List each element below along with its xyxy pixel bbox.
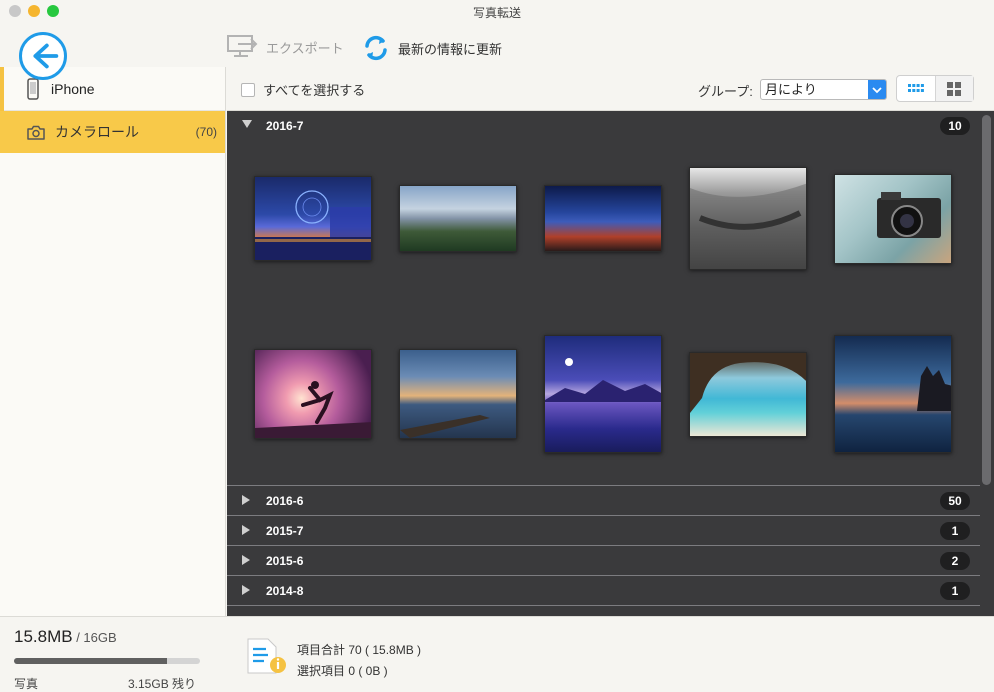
storage-used-value: 15.8MB — [14, 627, 73, 646]
checkbox-box[interactable] — [241, 82, 255, 97]
photo-thumbnail[interactable] — [399, 185, 517, 252]
group-header[interactable]: 2014-8 1 — [227, 576, 980, 605]
view-toggle — [896, 75, 974, 102]
group-name: 2016-7 — [266, 118, 304, 133]
sidebar-item-camera-roll[interactable]: カメラロール (70) — [0, 111, 225, 153]
photo-thumbnail[interactable] — [544, 185, 662, 252]
summary-selected: 選択項目 0 ( 0B ) — [297, 664, 388, 678]
group-name: 2014-8 — [266, 583, 304, 598]
group-count-badge: 10 — [940, 116, 970, 135]
vintage-camera-graphic — [877, 192, 941, 238]
sidebar-item-label: カメラロール — [55, 124, 139, 140]
group-select-value: 月により — [765, 82, 817, 97]
photo-thumbnail[interactable] — [689, 352, 807, 437]
jumper-silhouette-graphic — [255, 381, 371, 438]
back-arrow-icon — [33, 43, 59, 69]
iphone-icon — [27, 77, 39, 100]
scrollbar[interactable] — [982, 115, 991, 485]
window-title: 写真転送 — [472, 6, 521, 20]
triangle-right-icon[interactable] — [242, 555, 251, 565]
triangle-right-icon[interactable] — [242, 585, 251, 595]
group-header[interactable]: 2016-7 10 — [227, 111, 980, 140]
photo-thumbnail[interactable] — [399, 349, 517, 439]
small-grid-view-button[interactable] — [897, 76, 935, 101]
toolbar: エクスポート 最新の情報に更新 — [0, 22, 994, 80]
group-header[interactable]: 2016-6 50 — [227, 486, 980, 515]
info-document-icon — [247, 638, 286, 674]
group-name: 2015-7 — [266, 523, 304, 538]
triangle-down-icon[interactable] — [242, 120, 252, 129]
status-footer: 15.8MB / 16GB 写真 3.15GB 残り 項目合計 70 ( 15.… — [0, 616, 994, 692]
photo-thumbnail[interactable] — [544, 335, 662, 453]
group-select[interactable]: 月により — [760, 79, 887, 100]
chevron-down-icon[interactable] — [868, 80, 886, 99]
device-accent-bar — [0, 67, 4, 111]
triangle-right-icon[interactable] — [242, 495, 251, 505]
storage-type-label: 写真 — [14, 677, 39, 691]
storage-bar — [14, 658, 200, 664]
export-icon — [227, 35, 258, 57]
group-header[interactable]: 2015-7 1 — [227, 516, 980, 545]
london-eye-graphic — [255, 190, 371, 260]
group-header[interactable]: 2015-6 2 — [227, 546, 980, 575]
lake-castle-graphic — [917, 366, 951, 411]
refresh-button[interactable]: 最新の情報に更新 — [362, 34, 502, 62]
triangle-right-icon[interactable] — [242, 525, 251, 535]
group-count-badge: 1 — [940, 521, 970, 540]
photo-thumbnail[interactable] — [689, 167, 807, 270]
group-name: 2015-6 — [266, 553, 304, 568]
storage-bar-fill — [14, 658, 167, 664]
refresh-icon — [365, 35, 387, 61]
export-label: エクスポート — [266, 40, 344, 56]
storage-free-label: 3.15GB 残り — [128, 677, 197, 691]
storage-total-value: / 16GB — [72, 630, 117, 645]
sea-cave-graphic — [690, 353, 806, 413]
driftwood-graphic — [400, 415, 490, 438]
group-separator — [227, 605, 980, 606]
device-name: iPhone — [51, 80, 95, 97]
filter-bar: すべてを選択する グループ: 月により — [227, 67, 994, 111]
group-label: グループ: — [698, 84, 753, 99]
refresh-label: 最新の情報に更新 — [398, 41, 503, 57]
small-grid-icon — [907, 83, 924, 92]
photo-thumbnail[interactable] — [834, 174, 952, 264]
summary-total: 項目合計 70 ( 15.8MB ) — [297, 643, 422, 657]
large-grid-icon — [947, 81, 962, 96]
group-count-badge: 50 — [940, 491, 970, 510]
photo-content-area: 2016-7 10 2016-6 50 2015-7 1 2015-6 2 20… — [227, 111, 994, 616]
back-button[interactable] — [19, 32, 67, 80]
select-all-checkbox[interactable]: すべてを選択する — [241, 80, 365, 99]
group-count-badge: 1 — [940, 581, 970, 600]
storage-usage: 15.8MB / 16GB — [14, 627, 117, 647]
photo-thumbnail[interactable] — [254, 176, 372, 261]
sidebar-item-count: (70) — [195, 125, 217, 139]
select-all-label: すべてを選択する — [263, 83, 366, 98]
title-bar: 写真転送 — [0, 0, 994, 22]
large-grid-view-button[interactable] — [934, 76, 973, 101]
group-name: 2016-6 — [266, 493, 304, 508]
sidebar: iPhone カメラロール (70) — [0, 67, 226, 616]
group-count-badge: 2 — [940, 551, 970, 570]
street-arches-graphic — [690, 183, 806, 269]
camera-icon — [27, 125, 45, 140]
moonlit-mountains-graphic — [545, 358, 661, 402]
photo-thumbnail[interactable] — [254, 349, 372, 439]
export-button[interactable]: エクスポート — [226, 34, 344, 60]
photo-thumbnail[interactable] — [834, 335, 952, 453]
